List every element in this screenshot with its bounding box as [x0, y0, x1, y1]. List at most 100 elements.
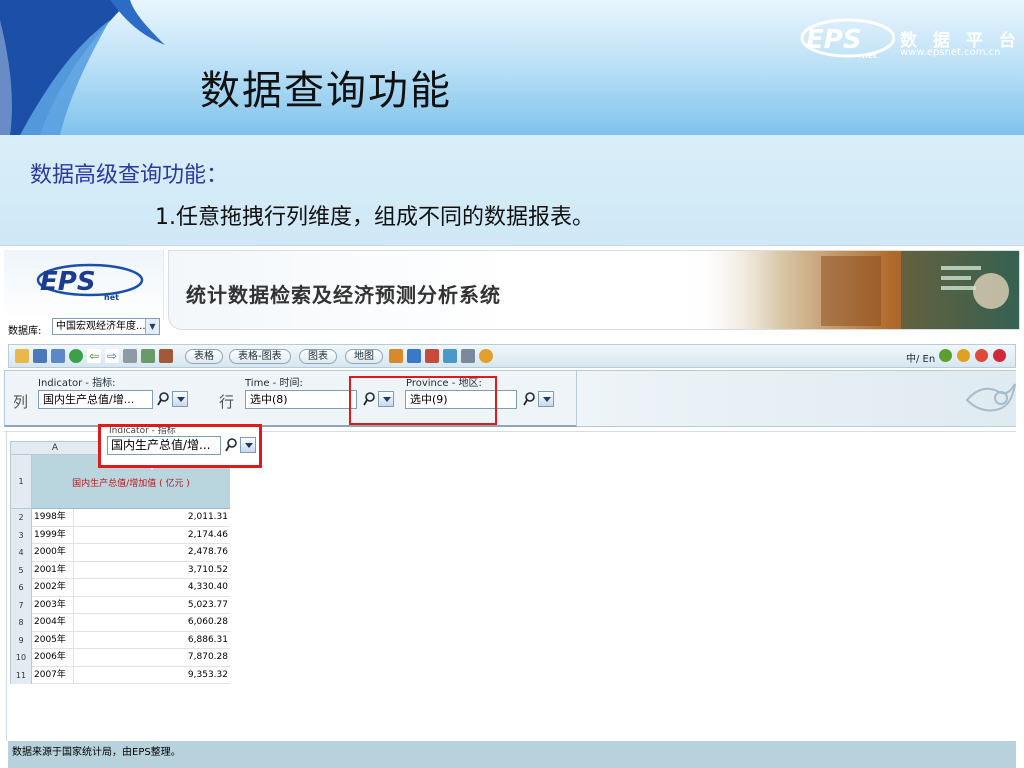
app-banner-main: 统计数据检索及经济预测分析系统: [168, 250, 1020, 330]
row-number: 6: [10, 579, 32, 597]
database-select[interactable]: 中国宏观经济年度... ▼: [52, 318, 160, 335]
app-eps-logo-icon: EPS net: [36, 263, 144, 302]
subtitle-band: 数据高级查询功能： 1.任意拖拽行列维度，组成不同的数据报表。: [0, 135, 1024, 245]
column-axis-label: 列: [13, 393, 29, 411]
dragged-indicator-ghost[interactable]: Indicator - 指标 国内生产总值/增...: [98, 424, 262, 468]
table-row[interactable]: 9 2005年 6,886.31: [10, 631, 230, 649]
row-year: 2003年: [34, 596, 74, 614]
data-format-icon[interactable]: [461, 349, 475, 363]
svg-text:EPS: EPS: [40, 267, 96, 297]
decorative-swoosh: [0, 0, 165, 135]
table-row[interactable]: 7 2003年 5,023.77: [10, 596, 230, 614]
slide-title: 数据查询功能: [200, 68, 452, 114]
export-icon[interactable]: [141, 349, 155, 363]
grid-body: 2 1998年 2,011.31 3 1999年 2,174.46 4 2000年 2,47…: [10, 509, 230, 684]
row-value: 5,023.77: [187, 599, 228, 610]
row-number: 4: [10, 544, 32, 562]
time-dimension-box[interactable]: 选中(8): [245, 390, 357, 409]
row-year: 2004年: [34, 614, 74, 632]
eps-logo-mark-icon: EPS net: [800, 18, 895, 60]
decorative-ornament-icon: [965, 383, 1016, 412]
forward-arrow-icon[interactable]: ⇨: [105, 349, 119, 363]
table-view-button[interactable]: 表格: [185, 349, 223, 364]
database-label: 数据库:: [8, 326, 42, 337]
search-icon: [225, 438, 237, 452]
row-number: 1: [10, 455, 32, 509]
row-number: 2: [10, 509, 32, 527]
refresh-icon[interactable]: [69, 349, 83, 363]
indicator-dimension-box[interactable]: 国内生产总值/增...: [38, 390, 153, 409]
grid-settings-icon[interactable]: [159, 349, 173, 363]
subtitle-heading: 数据高级查询功能：: [30, 163, 229, 188]
database-select-value: 中国宏观经济年度...: [56, 321, 146, 332]
ghost-tools: [223, 436, 257, 455]
table-row[interactable]: 2 1998年 2,011.31: [10, 509, 230, 527]
exit-icon[interactable]: [993, 349, 1006, 362]
help-icon[interactable]: [957, 349, 970, 362]
table-chart-view-button[interactable]: 表格-图表: [229, 349, 291, 364]
table-row[interactable]: 4 2000年 2,478.76: [10, 544, 230, 562]
search-icon[interactable]: [523, 392, 535, 406]
chart-icon[interactable]: [407, 349, 421, 363]
province-highlight-frame: [349, 376, 497, 425]
row-axis-label: 行: [219, 393, 235, 411]
table-row[interactable]: 10 2006年 7,870.28: [10, 649, 230, 667]
row-number: 11: [10, 666, 32, 684]
column-label-a: A: [51, 443, 59, 453]
row-number: 7: [10, 596, 32, 614]
subtitle-point: 1.任意拖拽行列维度，组成不同的数据报表。: [155, 205, 594, 230]
slide-header: 数据查询功能 EPS net 数 据 平 台 www.epsnet.com.cn: [0, 0, 1024, 135]
home-icon[interactable]: [975, 349, 988, 362]
chevron-down-icon[interactable]: [172, 391, 188, 407]
row-year: 1999年: [34, 526, 74, 544]
row-value: 7,870.28: [187, 652, 228, 662]
row-number: 5: [10, 561, 32, 579]
row-value: 6,886.31: [187, 634, 228, 645]
back-arrow-icon[interactable]: ⇦: [87, 349, 101, 363]
ghost-dimension-box: 国内生产总值/增...: [107, 436, 221, 455]
map-view-button[interactable]: 地图: [345, 349, 383, 364]
table-row[interactable]: 6 2002年 4,330.40: [10, 579, 230, 597]
indicator-header-label: 国内生产总值/增加值 ( 亿元 ): [72, 479, 190, 489]
row-year: 2000年: [34, 544, 74, 562]
row-value: 4,330.40: [187, 582, 228, 592]
open-folder-icon[interactable]: [15, 349, 29, 363]
chevron-down-icon[interactable]: [538, 391, 554, 407]
system-title: 统计数据检索及经济预测分析系统: [186, 283, 501, 307]
save-icon[interactable]: [33, 349, 47, 363]
table-row[interactable]: 3 1999年 2,174.46: [10, 526, 230, 544]
settings-gear-icon[interactable]: [479, 349, 493, 363]
row-value: 3,710.52: [187, 564, 228, 575]
calculator-icon[interactable]: [443, 349, 457, 363]
source-note-bar: 数据来源于国家统计局，由EPS整理。: [8, 741, 1016, 768]
svg-text:net: net: [862, 51, 877, 60]
svg-text:EPS: EPS: [806, 25, 862, 55]
table-row[interactable]: 5 2001年 3,710.52: [10, 561, 230, 579]
ghost-caption: Indicator - 指标: [109, 427, 176, 435]
row-year: 2002年: [34, 579, 74, 597]
divider: [6, 431, 7, 741]
chart-view-button[interactable]: 图表: [299, 349, 337, 364]
eps-logo-url: www.epsnet.com.cn: [900, 47, 1001, 58]
print-icon[interactable]: [123, 349, 137, 363]
search-icon[interactable]: [157, 392, 169, 406]
dimension-panel-extension: [577, 370, 1016, 427]
row-value: 9,353.32: [187, 669, 228, 680]
row-number: 8: [10, 614, 32, 632]
row-value: 2,174.46: [187, 529, 228, 540]
row-number: 9: [10, 631, 32, 649]
chevron-down-icon[interactable]: ▼: [145, 319, 159, 334]
indicator-caption: Indicator - 指标:: [38, 378, 116, 389]
app-screenshot: EPS net 统计数据检索及经济预测分析系统 数据库: 中国宏观经济年度...…: [0, 245, 1024, 768]
row-value: 2,478.76: [187, 547, 228, 557]
table-row[interactable]: 11 2007年 9,353.32: [10, 666, 230, 684]
table-row[interactable]: 8 2004年 6,060.28: [10, 614, 230, 632]
save-as-icon[interactable]: [51, 349, 65, 363]
filter-icon[interactable]: [425, 349, 439, 363]
row-year: 2001年: [34, 561, 74, 579]
eps-logo: EPS net 数 据 平 台 www.epsnet.com.cn: [800, 18, 1020, 82]
transpose-icon[interactable]: [389, 349, 403, 363]
user-icon[interactable]: [939, 349, 952, 362]
language-switch[interactable]: 中/ En: [906, 350, 935, 365]
toolbar: ⇦ ⇨ 表格 表格-图表 图表 地图 中/ En: [8, 344, 1016, 368]
